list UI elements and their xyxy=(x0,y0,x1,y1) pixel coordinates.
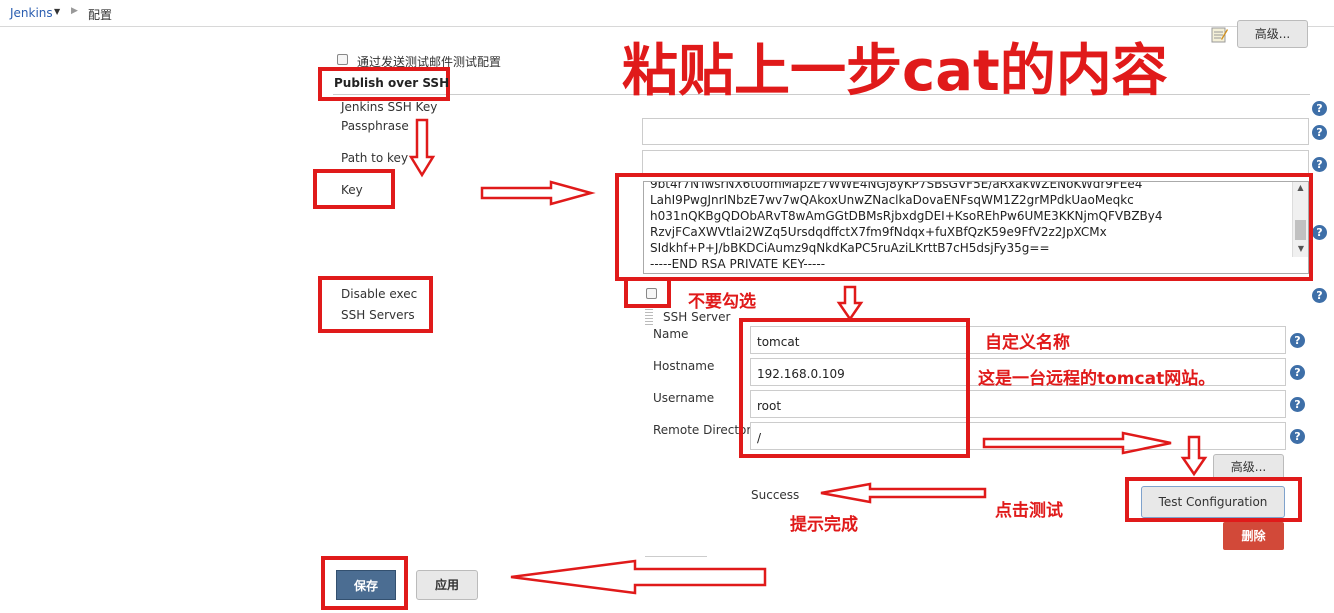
publish-over-ssh-title: Publish over SSH xyxy=(334,76,450,90)
annotation-click-test: 点击测试 xyxy=(995,501,1063,521)
annotation-done-hint: 提示完成 xyxy=(790,515,858,535)
ssh-server-header: SSH Server xyxy=(663,310,731,324)
arrow-down-icon xyxy=(836,285,864,322)
arrow-right-icon xyxy=(480,180,596,206)
chevron-down-icon[interactable]: ▼ xyxy=(54,7,60,16)
key-textarea[interactable]: 9bt4r7NTwsrNX6t0omMapzE7WWE4NGj8yKP7SBsG… xyxy=(643,181,1309,274)
server-hostname-label: Hostname xyxy=(653,359,715,373)
help-icon[interactable]: ? xyxy=(1312,101,1327,116)
key-line: -----END RSA PRIVATE KEY----- xyxy=(650,257,826,271)
server-fields-highlight xyxy=(739,318,970,458)
disable-exec-checkbox[interactable] xyxy=(646,288,657,299)
passphrase-input[interactable] xyxy=(642,118,1309,145)
email-test-checkbox[interactable] xyxy=(337,54,348,65)
arrow-down-icon xyxy=(1180,435,1208,477)
save-button[interactable]: 保存 xyxy=(336,570,396,600)
help-icon[interactable]: ? xyxy=(1290,429,1305,444)
server-username-label: Username xyxy=(653,391,715,405)
annotation-big-title: 粘贴上一步cat的内容 xyxy=(622,39,1168,104)
breadcrumb-jenkins-link[interactable]: Jenkins xyxy=(10,6,53,20)
path-to-key-value xyxy=(643,159,649,173)
passphrase-label: Passphrase xyxy=(341,119,409,133)
chevron-right-icon: ▶ xyxy=(71,6,78,16)
notepad-icon xyxy=(1211,26,1228,43)
key-line: LahI9PwgJnrINbzE7wv7wQAkoxUnwZNaclkaDova… xyxy=(650,193,1134,207)
path-to-key-label: Path to key xyxy=(341,151,409,165)
help-icon[interactable]: ? xyxy=(1312,288,1327,303)
help-icon[interactable]: ? xyxy=(1312,157,1327,172)
scroll-up-arrow-icon[interactable]: ▲ xyxy=(1293,182,1308,194)
help-icon[interactable]: ? xyxy=(1312,225,1327,240)
drag-handle-icon[interactable] xyxy=(645,309,653,325)
disable-exec-label: Disable exec xyxy=(341,287,418,301)
delete-server-button[interactable]: 删除 xyxy=(1223,522,1284,550)
passphrase-value xyxy=(643,127,649,141)
scroll-down-arrow-icon[interactable]: ▼ xyxy=(1293,243,1309,255)
key-line: h031nQKBgQDObARvT8wAmGGtDBMsRjbxdgDEI+Ks… xyxy=(650,209,1163,223)
test-configuration-button[interactable]: Test Configuration xyxy=(1141,486,1285,518)
key-label: Key xyxy=(341,183,363,197)
help-icon[interactable]: ? xyxy=(1290,333,1305,348)
key-line: RzvjFCaXWVtlai2WZq5UrsdqdffctX7fm9fNdqx+… xyxy=(650,225,1107,239)
advanced-top-button[interactable]: 高级... xyxy=(1237,20,1308,48)
ssh-servers-label: SSH Servers xyxy=(341,308,415,322)
help-icon[interactable]: ? xyxy=(1290,365,1305,380)
key-textarea-scrollbar[interactable]: ▲ ▼ xyxy=(1292,182,1308,257)
jenkins-ssh-key-label: Jenkins SSH Key xyxy=(341,100,438,114)
annotation-no-check: 不要勾选 xyxy=(688,292,756,312)
arrow-left-icon xyxy=(820,482,987,504)
server-name-label: Name xyxy=(653,327,689,341)
bottom-divider xyxy=(645,556,707,557)
success-message: Success xyxy=(751,488,800,502)
arrow-down-icon xyxy=(408,118,436,178)
help-icon[interactable]: ? xyxy=(1312,125,1327,140)
apply-button[interactable]: 应用 xyxy=(416,570,478,600)
annotation-custom-name: 自定义名称 xyxy=(985,333,1070,353)
disable-exec-highlight xyxy=(318,276,433,333)
key-line: 9bt4r7NTwsrNX6t0omMapzE7WWE4NGj8yKP7SBsG… xyxy=(650,181,1143,191)
arrow-left-icon xyxy=(510,559,767,595)
arrow-right-icon xyxy=(982,431,1172,455)
breadcrumb: Jenkins ▼ ▶ 配置 xyxy=(0,0,1334,27)
key-line: SIdkhf+P+J/bBKDCiAumz9qNkdKaPC5ruAziLKrt… xyxy=(650,241,1050,255)
help-icon[interactable]: ? xyxy=(1290,397,1305,412)
scrollbar-thumb[interactable] xyxy=(1295,220,1306,240)
annotation-remote-site: 这是一台远程的tomcat网站。 xyxy=(978,369,1216,389)
breadcrumb-current: 配置 xyxy=(88,8,113,22)
